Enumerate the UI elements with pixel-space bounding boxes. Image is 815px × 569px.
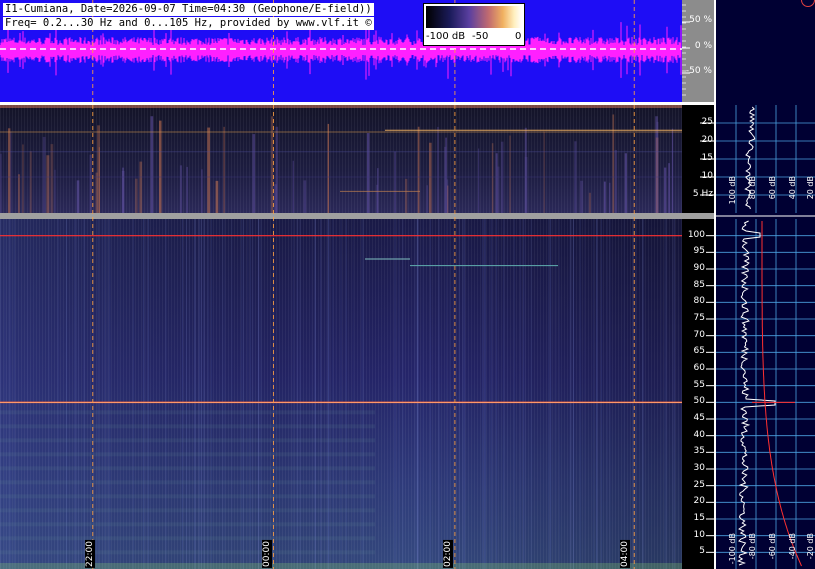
time-axis-label: 22:00 <box>84 540 95 568</box>
spectrum-db-label: -20 dB <box>806 533 815 560</box>
hf-axis-label: 25 <box>693 479 705 490</box>
time-axis-label: 00:00 <box>261 540 272 568</box>
hf-axis-label: 50 <box>693 396 705 407</box>
waveform-axis-label: 0 % <box>694 41 712 51</box>
hf-axis-label: 20 <box>693 496 705 507</box>
hf-axis-label: 60 <box>693 363 705 373</box>
hf-axis-label: 75 <box>693 313 705 323</box>
spectrum-db-label: 60 dB <box>768 176 777 200</box>
header-title: I1-Cumiana, Date=2026-09-07 Time=04:30 (… <box>3 3 374 16</box>
hf-axis-label: 90 <box>693 263 705 273</box>
spectrum-db-label: -40 dB <box>788 533 797 560</box>
spectrum-db-label: -80 dB <box>748 533 757 560</box>
hf-axis-label: 35 <box>693 446 705 457</box>
hf-axis-label: 70 <box>693 329 705 340</box>
spectrum-db-label: 100 dB <box>728 176 737 205</box>
hf-axis-label: 95 <box>693 246 705 257</box>
hf-axis-label: 30 <box>693 463 705 473</box>
hf-axis-label: 85 <box>693 279 705 290</box>
hf-axis-label: 5 <box>699 546 705 557</box>
hf-axis-label: 40 <box>693 429 705 440</box>
lf-axis-label: 20 <box>701 135 713 145</box>
hf-axis-label: 55 <box>693 379 705 390</box>
spectrum-db-label: 40 dB <box>788 176 797 200</box>
time-axis-label: 02:00 <box>442 540 453 568</box>
colorbar-label-min: -100 dB <box>426 31 466 42</box>
spectrum-db-label: 20 dB <box>806 176 815 200</box>
hf-axis-label: 80 <box>693 296 705 307</box>
lf-axis-label: 5 Hz <box>692 189 713 199</box>
spectrum-db-label: -60 dB <box>768 533 777 560</box>
hf-axis-label: 15 <box>693 513 705 523</box>
lf-axis-label: 10 <box>701 171 713 181</box>
hf-axis-label: 65 <box>693 346 705 357</box>
spectrum-db-label: -100 dB <box>728 533 737 565</box>
lf-axis-label: 15 <box>701 153 713 163</box>
hf-axis-label: 100 <box>687 229 705 240</box>
spectrum-panel <box>714 0 815 569</box>
spectrogram-viewer: I1-Cumiana, Date=2026-09-07 Time=04:30 (… <box>0 0 815 569</box>
lf-axis-label: 25 <box>701 117 713 127</box>
waveform-axis-label: 50 % <box>689 15 712 25</box>
header-frequency: Freq= 0.2...30 Hz and 0...105 Hz, provid… <box>3 17 374 30</box>
spectrum-db-label: 80 dB <box>748 176 757 200</box>
time-axis-label: 04:00 <box>620 540 631 568</box>
hf-axis-label: 45 <box>693 413 705 423</box>
colorbar-gradient <box>426 6 522 28</box>
colorbar-legend: -100 dB -50 0 <box>423 3 525 46</box>
waveform-axis-label: -50 % <box>685 66 712 76</box>
hf-axis-label: 10 <box>693 529 705 540</box>
colorbar-label-max: 0 <box>515 31 522 42</box>
colorbar-label-mid: -50 <box>472 31 489 42</box>
